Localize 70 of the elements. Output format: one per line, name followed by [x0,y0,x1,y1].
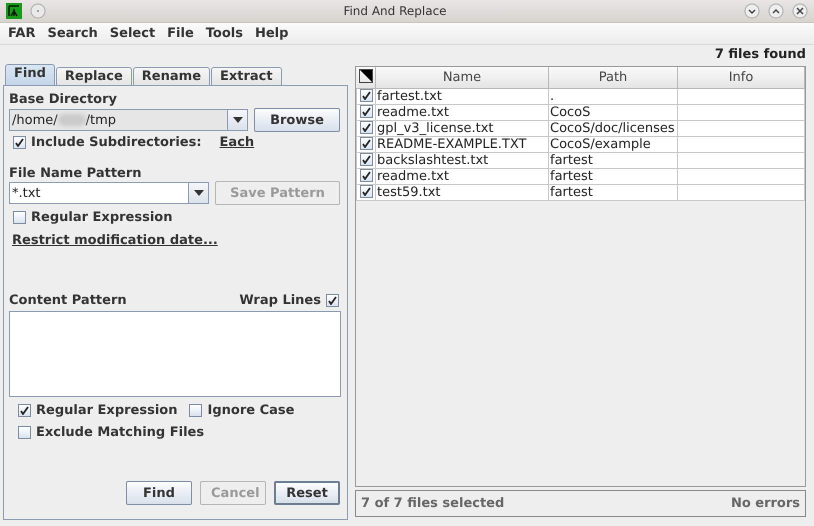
select-all-header[interactable] [356,67,376,88]
table-cell: gpl_v3_license.txt [376,120,548,136]
pattern-combo[interactable]: *.txt [9,182,209,204]
table-cell: . [548,88,678,104]
tab[interactable]: Extract [211,67,282,85]
checkbox-label: Ignore Case [207,403,294,418]
table-cell: CocoS [548,104,678,120]
checkbox[interactable] [360,186,372,198]
table-cell: fartest.txt [376,88,548,104]
tab[interactable]: Replace [56,67,132,85]
checkbox[interactable] [360,122,372,134]
maximize-button[interactable] [768,3,784,19]
content-pattern-field[interactable] [9,311,341,397]
column-header[interactable]: Info [678,67,804,88]
checkbox-label: Regular Expression [36,403,178,418]
field-label: File Name Pattern [9,166,143,181]
caret-icon [194,190,204,196]
dropdown-button[interactable] [227,110,247,130]
menu-item[interactable]: File [161,26,200,41]
checkbox[interactable] [18,426,31,439]
checkbox[interactable] [326,294,339,307]
action-button[interactable]: Find [126,481,192,505]
minimize-button[interactable] [744,3,760,19]
app-icon [6,3,22,19]
checkbox-label: Regular Expression [31,210,172,225]
results-count: 7 files found [714,46,806,64]
table-cell: README-EXAMPLE.TXT [376,136,548,152]
checkbox-label: Wrap Lines [239,293,321,308]
menu-item[interactable]: Select [104,26,162,41]
checkbox[interactable] [360,154,372,166]
column-header[interactable]: Path [548,67,678,88]
menu-item[interactable]: Tools [200,26,249,41]
action-button[interactable]: Reset [274,481,340,505]
column-header[interactable]: Name [376,67,548,88]
field-label: Content Pattern [9,293,127,308]
dropdown-button[interactable] [188,183,208,203]
menu-item[interactable]: Help [248,26,294,41]
table-cell: readme.txt [376,104,548,120]
checkbox[interactable] [13,136,26,149]
table-cell: fartest [548,152,678,168]
table-cell: test59.txt [376,184,548,200]
checkbox[interactable] [189,404,202,417]
directory-combo[interactable]: /home/ /tmp [9,109,248,131]
checkbox-label: Exclude Matching Files [36,425,204,440]
menu-item[interactable]: FAR [2,26,42,41]
checkbox[interactable] [360,170,372,182]
checkbox[interactable] [360,106,372,118]
each-link[interactable]: Each [220,135,254,150]
checkbox[interactable] [18,404,31,417]
table-cell: fartest [548,168,678,184]
table-cell: CocoS/example [548,136,678,152]
field-label: Base Directory [9,92,118,107]
close-button[interactable] [792,3,808,19]
tab[interactable]: Find [5,64,55,85]
table-cell: backslashtest.txt [376,152,548,168]
table-cell: CocoS/doc/licenses [548,120,678,136]
tab[interactable]: Rename [132,67,210,85]
checkbox[interactable] [13,211,26,224]
checkbox[interactable] [360,138,372,150]
menu-item[interactable]: Search [41,26,104,41]
caret-icon [232,117,242,123]
browse-button[interactable]: Browse [254,108,340,132]
checkbox[interactable] [360,90,372,102]
error-status: No errors [730,496,800,511]
table-cell: fartest [548,184,678,200]
selection-status: 7 of 7 files selected [361,496,504,511]
table-cell: readme.txt [376,168,548,184]
checkbox-label: Include Subdirectories: [31,135,202,150]
restrict-date-link[interactable]: Restrict modification date... [12,233,218,248]
window-title: Find And Replace [342,4,448,18]
